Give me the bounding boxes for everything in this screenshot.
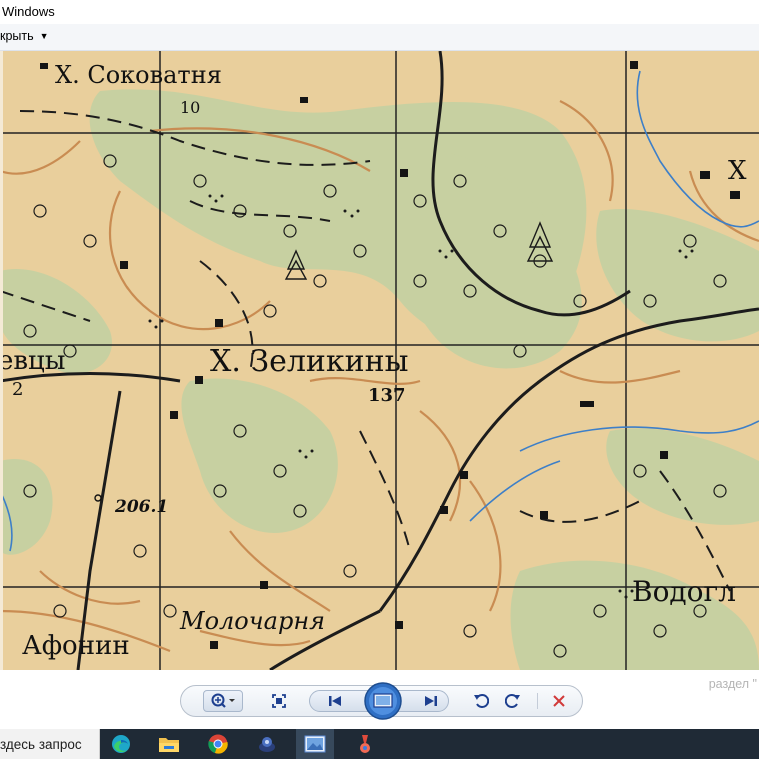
title-bar: Windows: [0, 0, 759, 24]
previous-button[interactable]: [315, 686, 355, 716]
label-num10: 10: [180, 98, 200, 117]
next-icon: [425, 696, 437, 706]
label-afonin: Афонин: [22, 631, 130, 661]
rotate-left-button[interactable]: [467, 686, 495, 716]
taskbar-search-text: здесь запрос: [0, 737, 82, 752]
window-title: Windows: [2, 4, 55, 19]
next-button[interactable]: [411, 686, 451, 716]
slideshow-icon: [364, 682, 402, 720]
taskbar-chrome[interactable]: [199, 729, 237, 759]
label-khutor-right: Х: [728, 156, 747, 186]
security-app-icon: [259, 737, 275, 752]
photo-viewer-icon: [304, 735, 326, 753]
controls-separator: [537, 693, 538, 709]
taskbar-edge[interactable]: [102, 729, 140, 759]
label-evtsy: евцы: [0, 346, 65, 376]
taskbar-photo-viewer[interactable]: [296, 729, 334, 759]
delete-icon: [553, 695, 565, 707]
viewer-controls: [180, 682, 583, 720]
taskbar-security-app[interactable]: [248, 729, 286, 759]
file-explorer-icon: [159, 738, 179, 752]
menu-bar: крыть ▼: [0, 24, 759, 51]
topographic-map: Х. Соковатня 10 Х. Зеликины евцы 2 137 2…: [0, 51, 759, 670]
delete-button[interactable]: [545, 686, 573, 716]
zoom-icon: [211, 693, 235, 708]
slideshow-button[interactable]: [361, 682, 405, 720]
viewer-hint-text: раздел ": [708, 677, 757, 691]
open-menu-label: крыть: [0, 29, 34, 43]
left-edge: [0, 51, 3, 670]
rotate-left-icon: [474, 694, 489, 708]
label-sokovatnya: Х. Соковатня: [55, 61, 222, 89]
taskbar-search-box[interactable]: здесь запрос: [0, 729, 100, 759]
chrome-icon: [208, 734, 228, 754]
edge-icon: [112, 735, 130, 753]
taskbar-paint-app[interactable]: [346, 729, 384, 759]
fit-window-icon: [272, 694, 286, 708]
label-vodogl: Водогл: [632, 575, 736, 608]
taskbar-file-explorer[interactable]: [150, 729, 188, 759]
open-menu-button[interactable]: крыть ▼: [0, 29, 49, 43]
zoom-button[interactable]: [205, 686, 241, 716]
label-zelikiny: Х. Зеликины: [210, 344, 409, 379]
label-num2: 2: [12, 379, 23, 400]
label-elev206: 206.1: [114, 497, 168, 517]
dropdown-caret-icon: ▼: [39, 31, 49, 41]
paint-app-icon: [360, 735, 370, 753]
previous-icon: [329, 696, 341, 706]
rotate-right-icon: [505, 694, 520, 708]
fit-window-button[interactable]: [265, 686, 293, 716]
rotate-right-button[interactable]: [499, 686, 527, 716]
taskbar: здесь запрос: [0, 729, 759, 759]
label-molochar: Молочарня: [179, 607, 325, 635]
label-elev137: 137: [368, 385, 406, 406]
image-viewport[interactable]: Х. Соковатня 10 Х. Зеликины евцы 2 137 2…: [0, 51, 759, 670]
